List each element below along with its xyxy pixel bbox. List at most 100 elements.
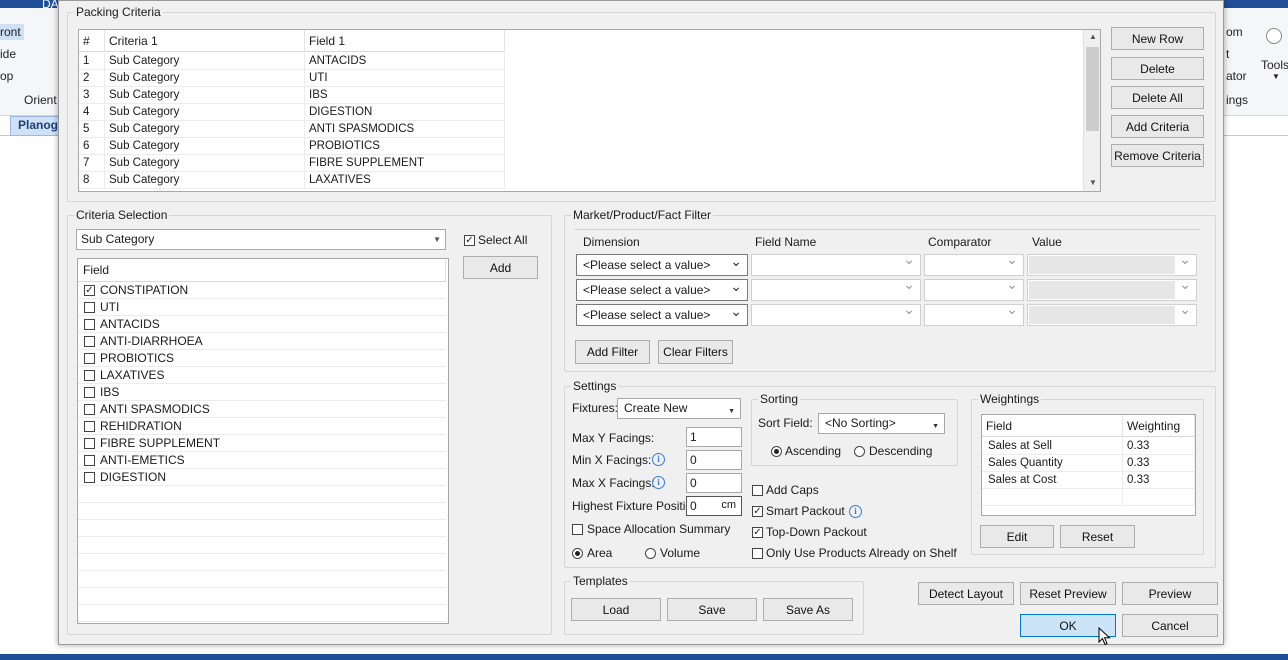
ribbon-item-right-2[interactable]: t [1226,47,1229,61]
packing-criteria-grid[interactable]: # Criteria 1 Field 1 1 Sub Category ANTACI… [78,29,1101,192]
delete-button[interactable]: Delete [1111,57,1204,80]
top-down-packout-checkbox[interactable]: ✓ [752,527,763,538]
list-item-checkbox[interactable] [84,302,95,313]
smart-packout-checkbox[interactable]: ✓ [752,506,763,517]
only-use-products-checkbox[interactable] [752,548,763,559]
table-row[interactable]: 2 Sub Category UTI [79,70,1083,87]
grid-header-num[interactable]: # [79,30,105,52]
remove-criteria-button[interactable]: Remove Criteria [1111,144,1204,167]
table-row[interactable]: 7 Sub Category FIBRE SUPPLEMENT [79,155,1083,172]
list-item[interactable]: FIBRE SUPPLEMENT [78,435,446,452]
fixtures-dropdown[interactable]: Create New ▼ [617,398,741,419]
sort-field-dropdown[interactable]: <No Sorting> ▼ [818,413,945,434]
info-icon[interactable]: i [652,476,665,489]
table-row[interactable]: 5 Sub Category ANTI SPASMODICS [79,121,1083,138]
list-item[interactable]: DIGESTION [78,469,446,486]
ribbon-item-top[interactable]: op [0,69,13,83]
table-row[interactable]: 4 Sub Category DIGESTION [79,104,1083,121]
ascending-radio[interactable] [771,446,782,457]
list-item[interactable]: ANTI-EMETICS [78,452,446,469]
add-criteria-field-button[interactable]: Add [463,256,538,279]
chevron-down-icon[interactable]: ▼ [1272,72,1280,81]
weightings-edit-button[interactable]: Edit [980,525,1054,548]
scroll-thumb[interactable] [1086,47,1099,131]
list-item[interactable]: ANTI SPASMODICS [78,401,446,418]
grid-header-criteria[interactable]: Criteria 1 [105,30,305,52]
list-item-checkbox[interactable] [84,455,95,466]
list-item-checkbox[interactable] [84,438,95,449]
field-list-header[interactable]: Field [78,259,446,282]
list-item-checkbox[interactable] [84,319,95,330]
comparator-dropdown[interactable]: ⌄ [924,276,1024,301]
list-item[interactable]: ✓ CONSTIPATION [78,282,446,299]
list-item-checkbox[interactable] [84,421,95,432]
criteria-combo[interactable]: Sub Category ▼ [76,229,446,250]
scroll-down-icon[interactable]: ▼ [1089,178,1097,187]
list-item-checkbox[interactable] [84,370,95,381]
value-dropdown[interactable]: ⌄ [1027,301,1197,326]
info-icon[interactable]: i [652,453,665,466]
info-icon[interactable]: i [849,505,862,518]
ribbon-item-side[interactable]: ide [0,47,16,61]
comparator-dropdown[interactable]: ⌄ [924,251,1024,276]
list-item-checkbox[interactable] [84,404,95,415]
space-allocation-checkbox[interactable] [572,524,583,535]
field-name-dropdown[interactable]: ⌄ [751,251,921,276]
template-load-button[interactable]: Load [571,598,661,621]
list-item[interactable]: ANTI-DIARRHOEA [78,333,446,350]
descending-radio[interactable] [854,446,865,457]
list-item[interactable]: UTI [78,299,446,316]
value-dropdown[interactable]: ⌄ [1027,251,1197,276]
list-item[interactable]: PROBIOTICS [78,350,446,367]
list-item[interactable]: ANTACIDS [78,316,446,333]
template-save-button[interactable]: Save [667,598,757,621]
weightings-grid[interactable]: Field Weighting Sales at Sell 0.33 Sales Q… [981,414,1196,516]
list-item[interactable]: LAXATIVES [78,367,446,384]
ribbon-tools-label[interactable]: Tools [1261,58,1288,72]
template-save-as-button[interactable]: Save As [763,598,853,621]
list-item[interactable]: REHIDRATION [78,418,446,435]
add-criteria-button[interactable]: Add Criteria [1111,115,1204,138]
table-row[interactable]: Sales Quantity 0.33 [982,455,1195,472]
dimension-dropdown[interactable]: <Please select a value> ⌄ [576,303,748,326]
dimension-dropdown[interactable]: <Please select a value> ⌄ [576,253,748,276]
max-x-facings-input[interactable]: 0 [686,473,742,493]
list-item-checkbox[interactable]: ✓ [84,285,95,296]
ribbon-item-front[interactable]: ront [0,25,21,39]
preview-button[interactable]: Preview [1122,582,1218,605]
area-radio[interactable] [572,548,583,559]
value-dropdown[interactable]: ⌄ [1027,276,1197,301]
field-name-dropdown[interactable]: ⌄ [751,301,921,326]
tools-icon[interactable] [1266,28,1282,44]
min-x-facings-input[interactable]: 0 [686,450,742,470]
reset-preview-button[interactable]: Reset Preview [1020,582,1116,605]
weightings-header-field[interactable]: Field [982,415,1123,437]
list-item[interactable]: IBS [78,384,446,401]
detect-layout-button[interactable]: Detect Layout [918,582,1014,605]
new-row-button[interactable]: New Row [1111,27,1204,50]
weightings-header-weighting[interactable]: Weighting [1123,415,1195,437]
table-row[interactable]: 3 Sub Category IBS [79,87,1083,104]
select-all-checkbox[interactable]: ✓ [464,235,475,246]
clear-filters-button[interactable]: Clear Filters [658,340,733,364]
field-name-dropdown[interactable]: ⌄ [751,276,921,301]
field-list[interactable]: Field ✓ CONSTIPATION UTI ANTACIDS ANTI-DIARR… [77,258,449,624]
weightings-reset-button[interactable]: Reset [1060,525,1135,548]
table-row[interactable]: 8 Sub Category LAXATIVES [79,172,1083,189]
comparator-dropdown[interactable]: ⌄ [924,301,1024,326]
table-row[interactable]: Sales at Cost 0.33 [982,472,1195,489]
table-row[interactable]: 6 Sub Category PROBIOTICS [79,138,1083,155]
scroll-up-icon[interactable]: ▲ [1089,32,1097,41]
delete-all-button[interactable]: Delete All [1111,86,1204,109]
table-row[interactable]: 1 Sub Category ANTACIDS [79,53,1083,70]
ribbon-item-right-1[interactable]: om [1226,25,1243,39]
add-caps-checkbox[interactable] [752,485,763,496]
highest-fixture-position-input[interactable]: 0 cm [686,496,742,516]
max-y-facings-input[interactable]: 1 [686,427,742,447]
table-row[interactable]: Sales at Sell 0.33 [982,438,1195,455]
list-item-checkbox[interactable] [84,472,95,483]
dimension-dropdown[interactable]: <Please select a value> ⌄ [576,278,748,301]
list-item-checkbox[interactable] [84,353,95,364]
add-filter-button[interactable]: Add Filter [575,340,650,364]
grid-header-field[interactable]: Field 1 [305,30,505,52]
